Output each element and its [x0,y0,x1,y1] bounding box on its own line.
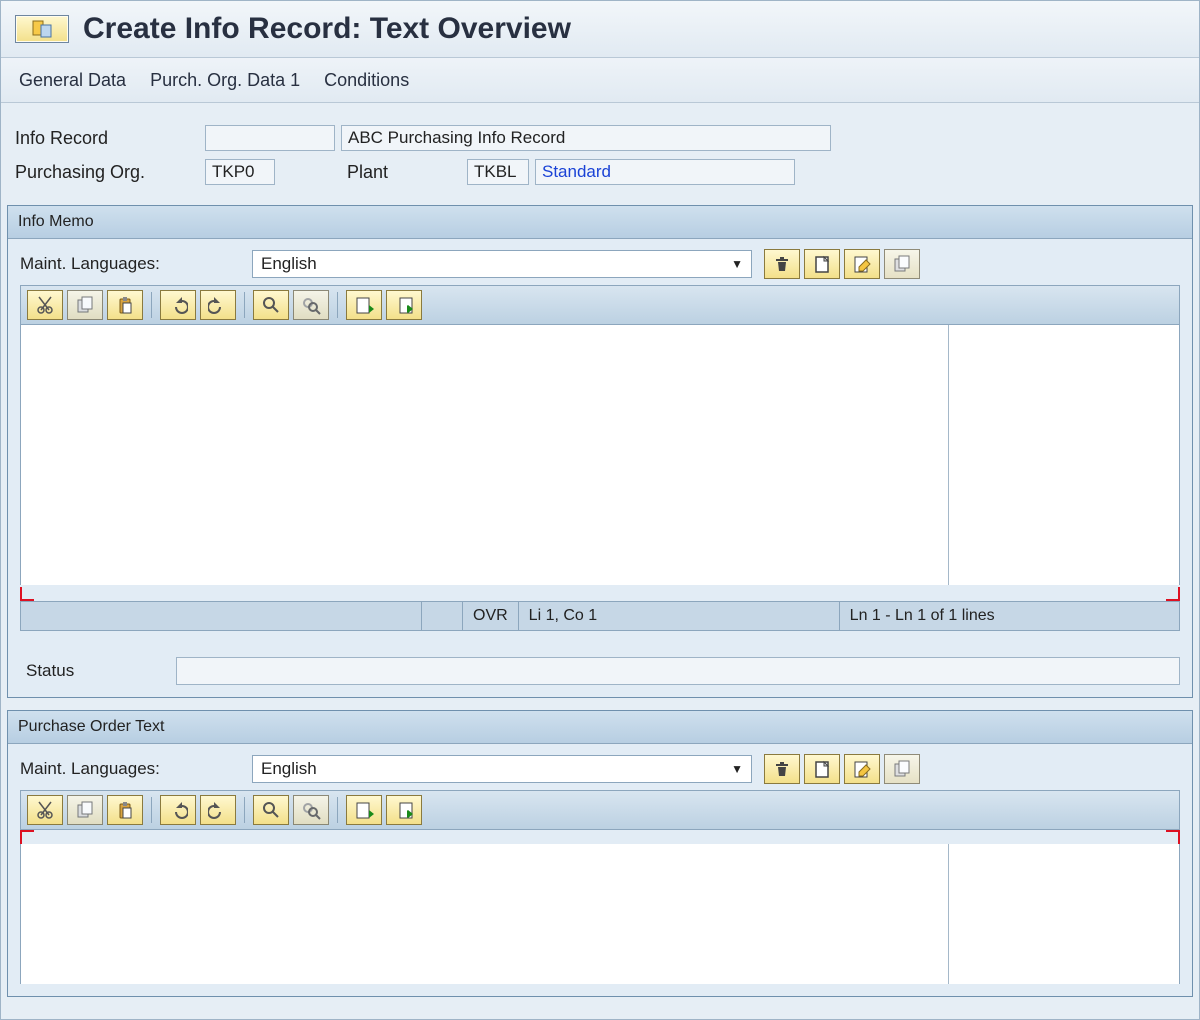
menu-item-purch-org-data-1[interactable]: Purch. Org. Data 1 [150,70,300,91]
po-lang-label: Maint. Languages: [20,759,240,779]
import-icon [354,295,374,315]
redo-icon [208,295,228,315]
po-import-button[interactable] [346,795,382,825]
trash-icon [772,759,792,779]
po-editor-toolbar [20,790,1180,830]
info-memo-title: Info Memo [8,206,1192,239]
memo-status-ovr: OVR [462,602,518,630]
po-copy-button[interactable] [884,754,920,784]
import-icon [354,800,374,820]
edit-icon [852,759,872,779]
info-record-label: Info Record [9,128,205,149]
plant-desc: Standard [535,159,795,185]
memo-redo-button[interactable] [200,290,236,320]
undo-icon [168,295,188,315]
chevron-down-icon: ▼ [731,257,743,271]
memo-export-button[interactable] [386,290,422,320]
memo-cut-button[interactable] [27,290,63,320]
plant-field[interactable]: TKBL [467,159,529,185]
chevron-down-icon: ▼ [731,762,743,776]
memo-lang-label: Maint. Languages: [20,254,240,274]
po-new-button[interactable] [804,754,840,784]
purch-org-field[interactable]: TKP0 [205,159,275,185]
new-icon [812,759,832,779]
info-memo-panel: Info Memo Maint. Languages: English ▼ [7,205,1193,698]
po-edit-button[interactable] [844,754,880,784]
title-bar: Create Info Record: Text Overview [1,1,1199,58]
po-findnext-button[interactable] [293,795,329,825]
ruler-marks [20,585,1180,601]
find-icon [261,295,281,315]
memo-editor-toolbar [20,285,1180,325]
po-ruler-marks [20,830,1180,844]
po-find-button[interactable] [253,795,289,825]
memo-status-value [176,657,1180,685]
po-delete-button[interactable] [764,754,800,784]
memo-language-select[interactable]: English ▼ [252,250,752,278]
memo-text-editor[interactable] [20,325,1180,585]
new-icon [812,254,832,274]
app-icon-button[interactable] [15,15,69,43]
cut-icon [35,800,55,820]
memo-delete-button[interactable] [764,249,800,279]
po-redo-button[interactable] [200,795,236,825]
copy-icon [892,759,912,779]
app-window: Create Info Record: Text Overview Genera… [0,0,1200,1020]
purch-org-label: Purchasing Org. [9,162,205,183]
po-paste-button[interactable] [107,795,143,825]
memo-language-value: English [261,254,317,274]
memo-find-button[interactable] [253,290,289,320]
memo-status-label: Status [20,661,176,681]
info-record-field[interactable] [205,125,335,151]
cut-icon [35,295,55,315]
plant-label: Plant [341,162,467,183]
memo-new-button[interactable] [804,249,840,279]
copy-icon [892,254,912,274]
memo-statusbar: OVR Li 1, Co 1 Ln 1 - Ln 1 of 1 lines [20,601,1180,631]
app-icon [28,19,56,39]
memo-copy2-button[interactable] [67,290,103,320]
memo-edit-button[interactable] [844,249,880,279]
po-text-editor[interactable] [20,844,1180,984]
po-language-value: English [261,759,317,779]
undo-icon [168,800,188,820]
copy-icon [75,800,95,820]
po-undo-button[interactable] [160,795,196,825]
memo-import-button[interactable] [346,290,382,320]
find-next-icon [301,295,321,315]
trash-icon [772,254,792,274]
find-next-icon [301,800,321,820]
editor-margin-line [948,325,949,585]
info-record-desc: ABC Purchasing Info Record [341,125,831,151]
paste-icon [115,295,135,315]
memo-findnext-button[interactable] [293,290,329,320]
menu-item-general-data[interactable]: General Data [19,70,126,91]
header-form: Info Record ABC Purchasing Info Record P… [1,103,1199,199]
menu-item-conditions[interactable]: Conditions [324,70,409,91]
paste-icon [115,800,135,820]
po-text-title: Purchase Order Text [8,711,1192,744]
po-copy2-button[interactable] [67,795,103,825]
edit-icon [852,254,872,274]
editor-margin-line [948,844,949,984]
export-icon [394,295,414,315]
memo-paste-button[interactable] [107,290,143,320]
find-icon [261,800,281,820]
page-title: Create Info Record: Text Overview [83,12,571,46]
memo-status-pos: Li 1, Co 1 [518,602,839,630]
memo-status-range: Ln 1 - Ln 1 of 1 lines [839,602,1179,630]
copy-icon [75,295,95,315]
menu-bar: General Data Purch. Org. Data 1 Conditio… [1,58,1199,103]
memo-copy-button[interactable] [884,249,920,279]
redo-icon [208,800,228,820]
po-text-panel: Purchase Order Text Maint. Languages: En… [7,710,1193,997]
po-language-select[interactable]: English ▼ [252,755,752,783]
po-export-button[interactable] [386,795,422,825]
po-cut-button[interactable] [27,795,63,825]
memo-undo-button[interactable] [160,290,196,320]
export-icon [394,800,414,820]
